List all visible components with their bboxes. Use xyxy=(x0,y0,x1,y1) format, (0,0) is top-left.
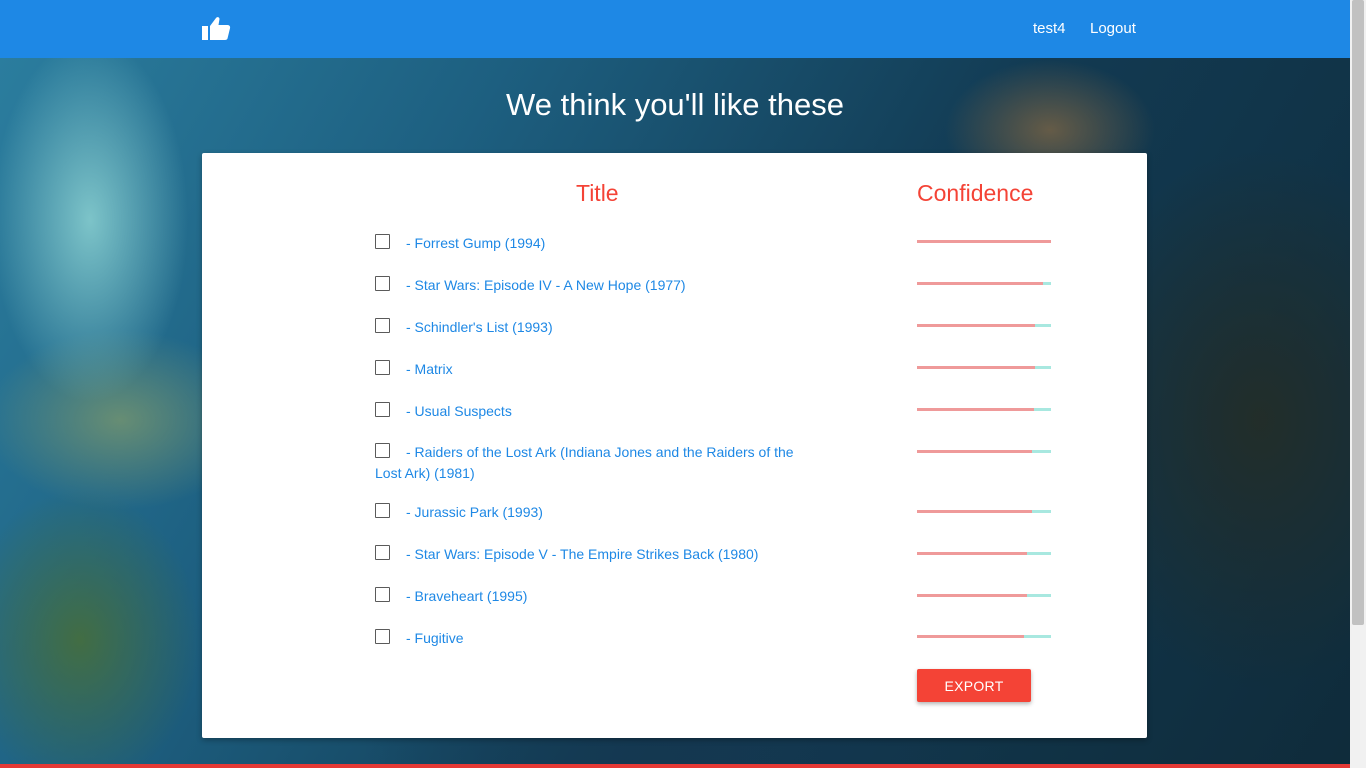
movie-title-link[interactable]: - Fugitive xyxy=(406,630,464,646)
confidence-bar xyxy=(917,450,1051,453)
confidence-bar xyxy=(917,324,1051,327)
confidence-bar xyxy=(917,408,1051,411)
export-button[interactable]: EXPORT xyxy=(917,669,1031,702)
confidence-bar xyxy=(917,510,1051,513)
recommendation-row: - Jurassic Park (1993) xyxy=(375,502,815,523)
page-title: We think you'll like these xyxy=(506,87,844,122)
confidence-bar-fill xyxy=(917,240,1051,243)
movie-title-link[interactable]: - Jurassic Park (1993) xyxy=(406,504,543,520)
top-app-bar: test4 Logout xyxy=(0,0,1350,58)
movie-title-link[interactable]: - Forrest Gump (1994) xyxy=(406,235,545,251)
movie-title-link[interactable]: - Matrix xyxy=(406,361,453,377)
confidence-bar xyxy=(917,366,1051,369)
recommendation-checkbox[interactable] xyxy=(375,402,390,417)
page-scrollbar[interactable] xyxy=(1350,0,1366,768)
movie-title-link[interactable]: - Raiders of the Lost Ark (Indiana Jones… xyxy=(375,444,794,481)
confidence-bar-fill xyxy=(917,408,1034,411)
confidence-bar xyxy=(917,594,1051,597)
movie-title-link[interactable]: - Star Wars: Episode IV - A New Hope (19… xyxy=(406,277,686,293)
confidence-bar-fill xyxy=(917,510,1033,513)
recommendation-checkbox[interactable] xyxy=(375,276,390,291)
movie-title-link[interactable]: - Braveheart (1995) xyxy=(406,588,527,604)
confidence-bar xyxy=(917,552,1051,555)
confidence-bar xyxy=(917,635,1051,638)
confidence-bar-fill xyxy=(917,635,1025,638)
confidence-bar xyxy=(917,240,1051,243)
confidence-bar xyxy=(917,282,1051,285)
confidence-bar-fill xyxy=(917,366,1035,369)
recommendation-row: - Raiders of the Lost Ark (Indiana Jones… xyxy=(375,442,815,484)
recommendation-row: - Braveheart (1995) xyxy=(375,586,815,607)
recommendation-checkbox[interactable] xyxy=(375,503,390,518)
confidence-bar-fill xyxy=(917,552,1027,555)
recommendation-checkbox[interactable] xyxy=(375,629,390,644)
recommendation-row: - Usual Suspects xyxy=(375,401,815,422)
confidence-bar-fill xyxy=(917,282,1043,285)
recommendation-row: - Matrix xyxy=(375,359,815,380)
recommendation-row: - Fugitive xyxy=(375,628,815,649)
recommendation-row: - Star Wars: Episode V - The Empire Stri… xyxy=(375,544,815,565)
confidence-bar-fill xyxy=(917,450,1033,453)
movie-title-link[interactable]: - Schindler's List (1993) xyxy=(406,319,553,335)
movie-title-link[interactable]: - Star Wars: Episode V - The Empire Stri… xyxy=(406,546,758,562)
recommendation-row: - Forrest Gump (1994) xyxy=(375,233,815,254)
logout-link[interactable]: Logout xyxy=(1090,20,1136,37)
title-column-header: Title xyxy=(576,180,619,206)
confidence-column-header: Confidence xyxy=(917,180,1034,206)
recommendation-checkbox[interactable] xyxy=(375,545,390,560)
thumbs-up-icon[interactable] xyxy=(201,15,231,41)
recommendation-checkbox[interactable] xyxy=(375,318,390,333)
bottom-accent-strip xyxy=(0,764,1350,768)
recommendation-row: - Schindler's List (1993) xyxy=(375,317,815,338)
recommendation-checkbox[interactable] xyxy=(375,443,390,458)
scrollbar-thumb[interactable] xyxy=(1352,0,1364,625)
confidence-bar-fill xyxy=(917,324,1035,327)
recommendation-checkbox[interactable] xyxy=(375,360,390,375)
recommendation-checkbox[interactable] xyxy=(375,587,390,602)
recommendation-row: - Star Wars: Episode IV - A New Hope (19… xyxy=(375,275,815,296)
user-menu-link[interactable]: test4 xyxy=(1033,20,1066,37)
movie-title-link[interactable]: - Usual Suspects xyxy=(406,403,512,419)
confidence-bar-fill xyxy=(917,594,1027,597)
recommendation-checkbox[interactable] xyxy=(375,234,390,249)
